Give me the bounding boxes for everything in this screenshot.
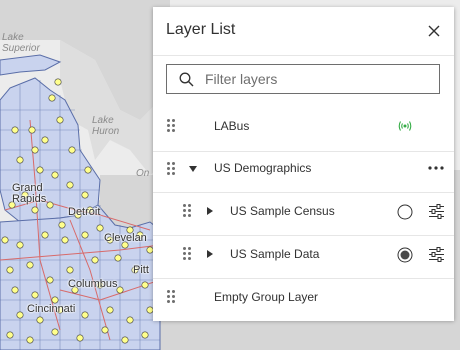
- city-label-grand-rapids: Grand Rapids: [12, 182, 47, 205]
- filter-layers-input[interactable]: [205, 69, 430, 89]
- map-point: [6, 331, 14, 339]
- filter-layers-box[interactable]: [166, 64, 440, 94]
- map-point: [46, 201, 54, 209]
- map-point: [48, 94, 56, 102]
- map-point: [58, 221, 66, 229]
- map-point: [31, 146, 39, 154]
- lake-ontario-label: On: [136, 168, 150, 179]
- map-point: [11, 286, 19, 294]
- map-point: [46, 276, 54, 284]
- map-point: [141, 281, 149, 289]
- layer-item-us-demographics[interactable]: US Demographics: [153, 151, 454, 194]
- layer-label: US Sample Data: [230, 247, 320, 261]
- map-point: [114, 254, 122, 262]
- map-point: [16, 156, 24, 164]
- map-point: [1, 236, 9, 244]
- map-point: [68, 146, 76, 154]
- layer-list-panel: Layer List LABus: [153, 7, 454, 321]
- drag-handle-icon[interactable]: [183, 247, 191, 261]
- layer-item-us-sample-census[interactable]: US Sample Census: [153, 192, 454, 237]
- map-point: [51, 328, 59, 336]
- map-point: [106, 306, 114, 314]
- map-point: [16, 311, 24, 319]
- map-point: [81, 231, 89, 239]
- map-point: [126, 316, 134, 324]
- city-label-pittsburgh: Pitt: [133, 264, 149, 276]
- layer-label: Empty Group Layer: [214, 290, 319, 304]
- panel-title: Layer List: [166, 21, 236, 38]
- map-point: [84, 166, 92, 174]
- map-point: [96, 224, 104, 232]
- map-point: [76, 334, 84, 342]
- map-point: [61, 236, 69, 244]
- city-label-detroit: Detroit: [68, 206, 101, 218]
- caret-down-icon[interactable]: [188, 165, 198, 173]
- map-point: [81, 191, 89, 199]
- drag-handle-icon[interactable]: [167, 119, 175, 133]
- map-point: [16, 241, 24, 249]
- ellipsis-icon[interactable]: [428, 166, 444, 170]
- search-icon: [179, 72, 194, 87]
- map-point: [51, 171, 59, 179]
- visibility-radio-off-icon[interactable]: [397, 204, 413, 220]
- caret-right-icon[interactable]: [206, 249, 214, 259]
- drag-handle-icon[interactable]: [167, 290, 175, 304]
- visibility-radio-on-icon[interactable]: [397, 247, 413, 263]
- live-stream-icon: [398, 121, 412, 131]
- layer-item-empty-group-layer[interactable]: Empty Group Layer: [153, 278, 454, 321]
- map-point: [81, 311, 89, 319]
- map-point: [66, 181, 74, 189]
- layer-label: US Demographics: [214, 161, 312, 175]
- close-icon: [428, 25, 440, 37]
- map-point: [6, 266, 14, 274]
- map-point: [141, 331, 149, 339]
- drag-handle-icon[interactable]: [167, 162, 175, 176]
- drag-handle-icon[interactable]: [183, 204, 191, 218]
- map-point: [91, 256, 99, 264]
- map-point: [28, 126, 36, 134]
- map-point: [36, 166, 44, 174]
- lake-superior-label: Lake Superior: [2, 32, 40, 54]
- sliders-icon[interactable]: [428, 203, 445, 220]
- city-label-columbus: Columbus: [68, 278, 118, 290]
- sliders-icon[interactable]: [428, 246, 445, 263]
- map-point: [101, 326, 109, 334]
- layer-label: LABus: [214, 119, 250, 133]
- panel-header: Layer List: [153, 7, 454, 56]
- layer-item-us-sample-data[interactable]: US Sample Data: [153, 235, 454, 280]
- layer-label: US Sample Census: [230, 204, 335, 218]
- city-label-cincinnati: Cincinnati: [27, 303, 76, 315]
- map-point: [26, 261, 34, 269]
- map-point: [56, 116, 64, 124]
- layer-item-labus[interactable]: LABus: [153, 102, 454, 152]
- map-point: [11, 126, 19, 134]
- map-point: [41, 136, 49, 144]
- map-point: [31, 206, 39, 214]
- map-point: [31, 291, 39, 299]
- map-point: [36, 316, 44, 324]
- caret-right-icon[interactable]: [206, 206, 214, 216]
- map-point: [54, 78, 62, 86]
- city-label-cleveland: Clevelan: [104, 232, 147, 244]
- close-button[interactable]: [424, 21, 444, 41]
- lake-huron-label: Lake Huron: [92, 115, 120, 137]
- map-point: [121, 336, 129, 344]
- map-point: [26, 336, 34, 344]
- map-point: [66, 266, 74, 274]
- map-point: [41, 231, 49, 239]
